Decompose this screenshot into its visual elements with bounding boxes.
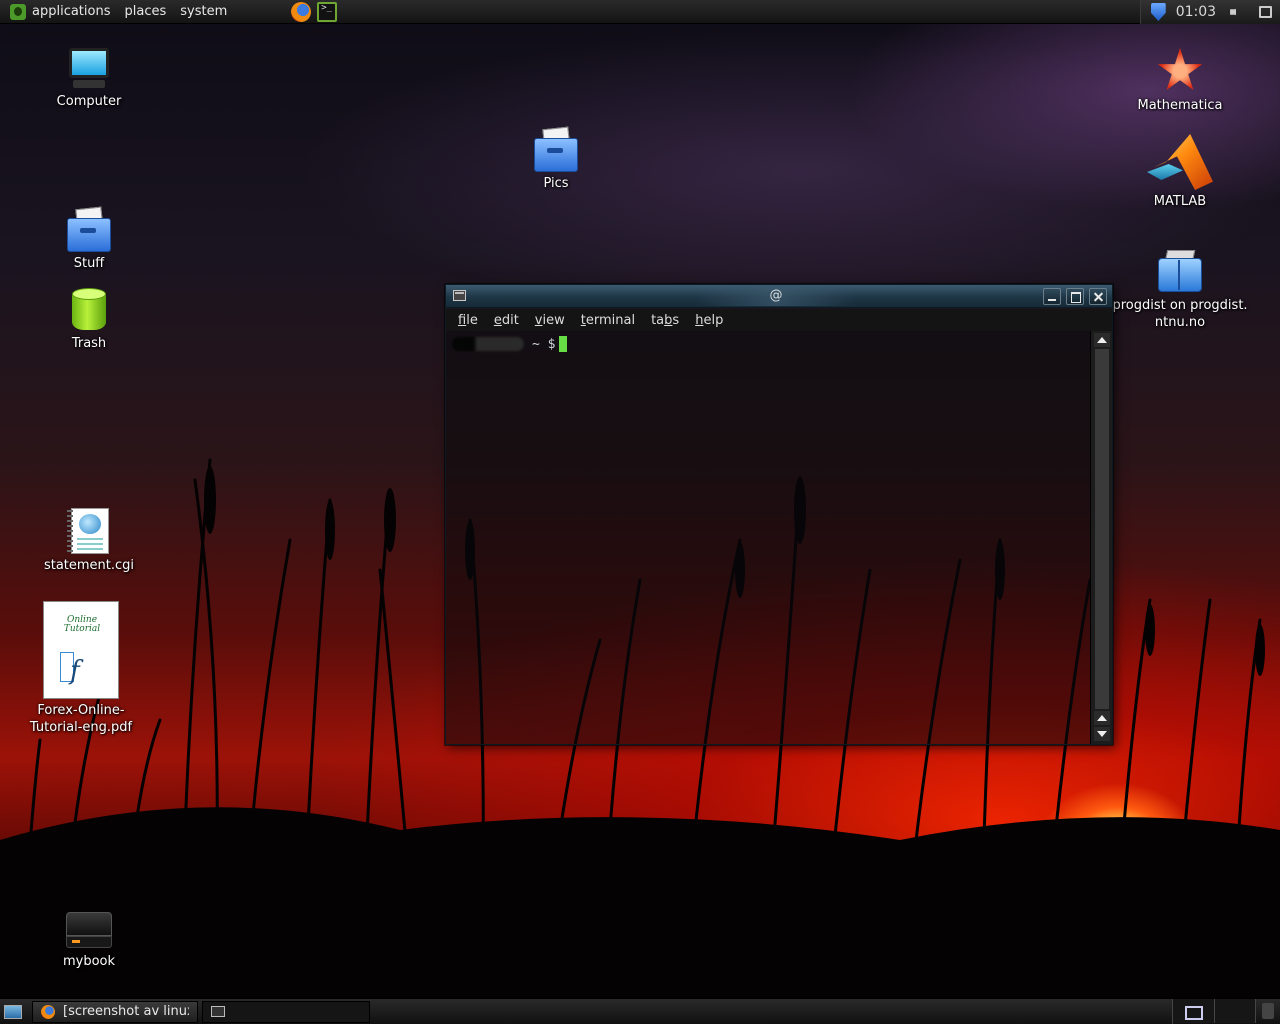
desktop-icon-label: Mathematica — [1137, 98, 1223, 113]
top-panel: applications places system 01:03 — [0, 0, 1280, 24]
firefox-icon — [41, 1004, 55, 1019]
desktop-icon-mathematica[interactable]: Mathematica — [1110, 48, 1250, 114]
menu-edit[interactable]: edit — [494, 313, 519, 328]
redacted-hostname — [452, 337, 524, 351]
folder-box-icon — [66, 206, 112, 252]
desktop-icon-label-line1: Forex-Online- — [37, 703, 125, 718]
firefox-launcher-icon[interactable] — [291, 1, 312, 22]
desktop-icon-statement[interactable]: statement.cgi — [19, 508, 159, 574]
menu-help[interactable]: help — [695, 313, 723, 328]
desktop-icon-label: Computer — [56, 94, 122, 109]
close-button[interactable] — [1089, 288, 1107, 305]
network-share-icon — [1156, 250, 1204, 294]
terminal-menubar: file edit view terminal tabs help — [446, 309, 1112, 331]
taskbar-item-firefox[interactable]: [screenshot av linux.. — [32, 1000, 198, 1023]
show-desktop-icon[interactable] — [4, 1004, 22, 1019]
menu-view[interactable]: view — [535, 313, 565, 328]
menu-file[interactable]: file — [458, 313, 478, 328]
window-title: @ — [696, 286, 856, 306]
terminal-icon — [211, 1006, 225, 1017]
terminal-window[interactable]: @ file edit view terminal tabs help ~ $ — [445, 284, 1113, 745]
update-notifier-icon[interactable] — [1151, 3, 1166, 21]
prompt-text: ~ $ — [532, 336, 556, 352]
desktop-icon-pics[interactable]: Pics — [486, 126, 626, 192]
gnome-foot-icon[interactable] — [10, 3, 26, 20]
clock[interactable]: 01:03 — [1176, 4, 1216, 20]
desktop-icon-label: MATLAB — [1153, 194, 1207, 209]
applications-menu[interactable]: applications — [32, 4, 110, 19]
window-menu-icon[interactable] — [453, 290, 466, 301]
window-titlebar[interactable]: @ — [446, 285, 1112, 308]
desktop-icon-label: Stuff — [73, 256, 105, 271]
desktop-icon-progdist[interactable]: progdist on progdist. ntnu.no — [1110, 250, 1250, 331]
maximize-button[interactable] — [1066, 288, 1084, 305]
desktop-icon-label: statement.cgi — [43, 558, 135, 573]
pdf-thumb-title: Online Tutorial — [63, 615, 101, 634]
places-menu[interactable]: places — [124, 4, 166, 19]
bottom-panel: [screenshot av linux.. — [0, 998, 1280, 1024]
panel-trash-icon[interactable] — [1262, 1003, 1274, 1019]
system-tray: 01:03 — [1140, 0, 1280, 24]
system-menu[interactable]: system — [180, 4, 227, 19]
scroll-thumb[interactable] — [1095, 349, 1109, 709]
desktop-icon-stuff[interactable]: Stuff — [19, 206, 159, 272]
desktop-icon-label: Pics — [543, 176, 569, 191]
desktop-icon-mybook[interactable]: mybook — [19, 912, 159, 970]
taskbar-item-label: [screenshot av linux.. — [63, 1004, 189, 1019]
pdf-thumb-glyph: f — [70, 656, 80, 686]
workspace-1[interactable] — [1173, 999, 1215, 1023]
shell-prompt: ~ $ — [452, 335, 568, 353]
mathematica-icon — [1157, 48, 1203, 94]
taskbar-item-terminal[interactable] — [202, 1000, 370, 1023]
desktop-icon-label: Trash — [71, 336, 107, 351]
folder-box-icon — [533, 126, 579, 172]
desktop-icon-label-line2: ntnu.no — [1154, 315, 1206, 330]
window-list-icon[interactable] — [1258, 6, 1272, 18]
scroll-up-button[interactable] — [1094, 333, 1110, 347]
text-cursor — [559, 336, 568, 352]
workspace-switcher — [1172, 999, 1256, 1024]
terminal-scrollbar[interactable] — [1090, 331, 1112, 744]
document-icon — [67, 508, 109, 554]
desktop-icon-forex-pdf[interactable]: Online Tutorial f Forex-Online- Tutorial… — [11, 601, 151, 736]
desktop-icon-matlab[interactable]: MATLAB — [1110, 134, 1250, 210]
desktop-icon-computer[interactable]: Computer — [19, 46, 159, 110]
desktop-icon-trash[interactable]: Trash — [19, 288, 159, 352]
terminal-launcher-icon[interactable] — [317, 1, 338, 22]
trash-icon — [70, 288, 108, 332]
desktop-icon-label-line1: progdist on progdist. — [1112, 298, 1248, 313]
computer-icon — [67, 46, 111, 90]
minimize-button[interactable] — [1043, 288, 1061, 305]
scroll-up-button-secondary[interactable] — [1094, 711, 1110, 725]
menu-terminal[interactable]: terminal — [581, 313, 635, 328]
desktop-icon-label-line2: Tutorial-eng.pdf — [29, 720, 133, 735]
matlab-icon — [1147, 134, 1213, 190]
desktop-icon-label: mybook — [62, 954, 116, 969]
terminal-output[interactable]: ~ $ — [446, 331, 1090, 744]
volume-icon[interactable] — [1230, 5, 1242, 19]
menu-tabs[interactable]: tabs — [651, 313, 679, 328]
workspace-2[interactable] — [1214, 999, 1256, 1023]
scroll-down-button[interactable] — [1094, 727, 1110, 741]
pdf-thumbnail-icon: Online Tutorial f — [43, 601, 119, 699]
external-drive-icon — [66, 912, 112, 950]
